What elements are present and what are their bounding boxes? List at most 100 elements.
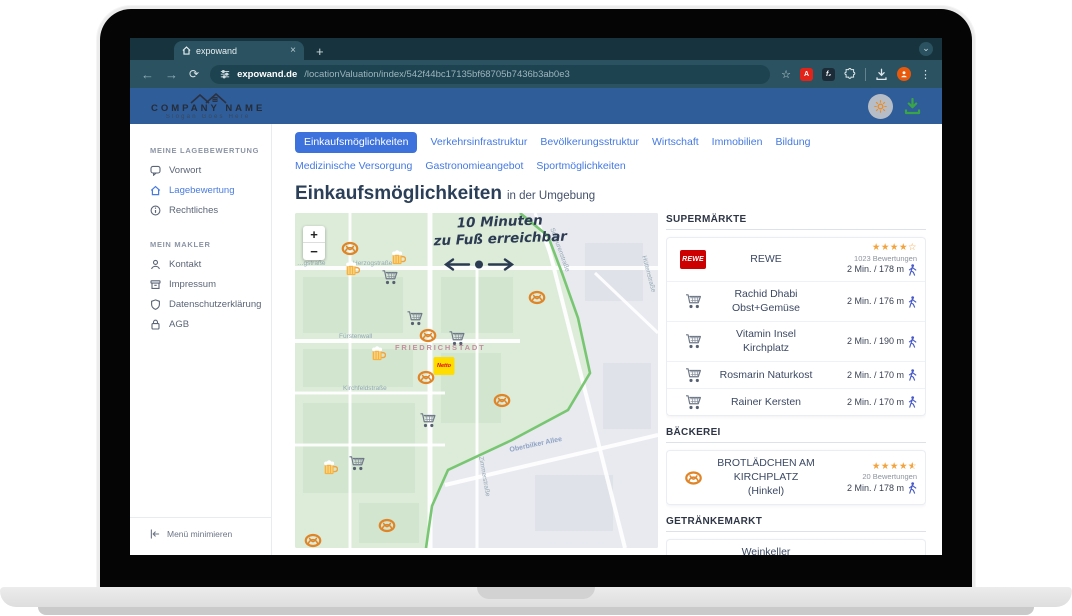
new-tab-button[interactable]: + bbox=[316, 45, 324, 58]
browser-toolbar: ← → ⟳ expowand.de/locationValuation/inde… bbox=[130, 60, 942, 88]
download-report-icon[interactable] bbox=[904, 98, 921, 115]
user-avatar[interactable] bbox=[868, 94, 893, 119]
browser-tab[interactable]: expowand × bbox=[174, 41, 304, 60]
collapse-left-icon bbox=[150, 529, 160, 539]
sidebar-item-agb[interactable]: AGB bbox=[130, 314, 271, 334]
place-row-weinkeller-d-sseldorf-m-venpic[interactable]: Weinkeller Düsseldorf, Mövenpick Wein & … bbox=[667, 540, 925, 555]
browser-menu-icon[interactable]: ⋮ bbox=[920, 68, 931, 81]
place-row-rosmarin-naturkost[interactable]: Rosmarin Naturkost2 Min. / 170 m bbox=[667, 361, 925, 388]
walking-distance: 2 Min. / 178 m bbox=[847, 264, 917, 276]
bookmark-star-icon[interactable]: ☆ bbox=[781, 68, 791, 81]
tab-verkehrsinfrastruktur[interactable]: Verkehrsinfrastruktur bbox=[430, 135, 527, 150]
tab-bev-lkerungsstruktur[interactable]: Bevölkerungsstruktur bbox=[540, 135, 639, 150]
sidebar-item-datenschutzerkl-rung[interactable]: Datenschutzerklärung bbox=[130, 294, 271, 314]
pretzel-marker-icon[interactable] bbox=[494, 394, 511, 413]
zoom-in-button[interactable]: + bbox=[303, 226, 325, 243]
sidebar-item-lagebewertung[interactable]: Lagebewertung bbox=[130, 180, 271, 200]
walking-person-icon bbox=[908, 396, 917, 408]
pretzel-marker-icon[interactable] bbox=[379, 519, 396, 538]
laptop-frame: expowand × + ⌄ ← → ⟳ expowand.de/locatio… bbox=[97, 6, 975, 587]
netto-marker-icon[interactable]: Netto bbox=[434, 357, 455, 375]
tab-bildung[interactable]: Bildung bbox=[775, 135, 810, 150]
sidebar-item-rechtliches[interactable]: Rechtliches bbox=[130, 200, 271, 220]
laptop-base-foot bbox=[38, 607, 1034, 615]
sidebar-item-label: Vorwort bbox=[169, 165, 201, 176]
tab-sportm-glichkeiten[interactable]: Sportmöglichkeiten bbox=[536, 159, 625, 174]
page-subtitle: in der Umgebung bbox=[507, 190, 595, 202]
cart-marker-icon[interactable] bbox=[420, 413, 437, 433]
place-name: Rachid Dhabi Obst+Gemüse bbox=[711, 285, 821, 318]
place-row-rewe[interactable]: REWEREWE★★★★☆1023 Bewertungen2 Min. / 17… bbox=[667, 238, 925, 281]
lock-icon bbox=[150, 319, 161, 330]
sidebar-item-impressum[interactable]: Impressum bbox=[130, 274, 271, 294]
main-content: Einkaufsmöglichkeiten Verkehrsinfrastrukt… bbox=[272, 124, 942, 555]
info-icon bbox=[150, 205, 161, 216]
beer-marker-icon[interactable] bbox=[390, 250, 406, 271]
sidebar-section-title: MEINE LAGEBEWERTUNG bbox=[130, 146, 271, 160]
rewe-logo: REWE bbox=[675, 250, 711, 269]
tab-gastronomieangebot[interactable]: Gastronomieangebot bbox=[425, 159, 523, 174]
sidebar-item-label: Datenschutzerklärung bbox=[169, 299, 261, 310]
place-details: 2 Min. / 170 m bbox=[821, 394, 917, 410]
cart-marker-icon[interactable] bbox=[349, 456, 366, 476]
place-details: 2 Min. / 190 m bbox=[821, 334, 917, 350]
cart-icon bbox=[675, 294, 711, 309]
cart-marker-icon[interactable] bbox=[382, 270, 399, 290]
place-row-rachid-dhabi-obst-gem-se[interactable]: Rachid Dhabi Obst+Gemüse2 Min. / 176 m bbox=[667, 281, 925, 321]
zoom-out-button[interactable]: − bbox=[303, 243, 325, 260]
places-card: Weinkeller Düsseldorf, Mövenpick Wein & … bbox=[666, 539, 926, 555]
tab-search-chevron-icon[interactable]: ⌄ bbox=[919, 42, 933, 56]
back-button[interactable]: ← bbox=[141, 68, 154, 81]
pdf-extension-icon[interactable]: A bbox=[800, 68, 813, 81]
pretzel-marker-icon[interactable] bbox=[342, 242, 359, 261]
pretzel-marker-icon[interactable] bbox=[305, 534, 322, 549]
tab-close-icon[interactable]: × bbox=[290, 46, 296, 56]
place-details: ★★★★☆★20 Bewertungen2 Min. / 178 m bbox=[821, 460, 917, 497]
pretzel-marker-icon[interactable] bbox=[529, 291, 546, 310]
beer-marker-icon[interactable] bbox=[344, 261, 360, 282]
places-card: REWEREWE★★★★☆1023 Bewertungen2 Min. / 17… bbox=[666, 237, 926, 416]
forward-button[interactable]: → bbox=[165, 68, 178, 81]
star-rating: ★★★★☆★ bbox=[872, 462, 917, 472]
pretzel-marker-icon[interactable] bbox=[420, 329, 437, 348]
tab-wirtschaft[interactable]: Wirtschaft bbox=[652, 135, 699, 150]
laptop-base bbox=[0, 587, 1072, 607]
minimize-menu-button[interactable]: Menü minimieren bbox=[130, 517, 271, 555]
reviews-count: 1023 Bewertungen bbox=[854, 254, 917, 263]
profile-person-icon bbox=[900, 70, 908, 78]
cart-marker-icon[interactable] bbox=[449, 331, 466, 351]
page-title: Einkaufsmöglichkeitenin der Umgebung bbox=[295, 183, 926, 205]
place-row-vitamin-insel-kirchplatz[interactable]: Vitamin Insel Kirchplatz2 Min. / 190 m bbox=[667, 321, 925, 361]
tab-immobilien[interactable]: Immobilien bbox=[712, 135, 763, 150]
browser-tab-strip: expowand × + ⌄ bbox=[130, 38, 942, 60]
star-rating: ★★★★☆ bbox=[872, 243, 917, 253]
downloads-icon[interactable] bbox=[875, 68, 888, 81]
sidebar-item-vorwort[interactable]: Vorwort bbox=[130, 160, 271, 180]
place-details: 2 Min. / 170 m bbox=[821, 367, 917, 383]
company-name: COMPANY NAME bbox=[151, 103, 265, 114]
walking-person-icon bbox=[908, 264, 917, 276]
tab-medizinische-versorgung[interactable]: Medizinische Versorgung bbox=[295, 159, 412, 174]
beer-marker-icon[interactable] bbox=[322, 460, 338, 481]
place-row-brotl-dchen-am-kirchplatz-hink[interactable]: BROTLÄDCHEN AM KIRCHPLATZ (Hinkel)★★★★☆★… bbox=[667, 451, 925, 504]
reload-button[interactable]: ⟳ bbox=[189, 68, 199, 80]
places-card: BROTLÄDCHEN AM KIRCHPLATZ (Hinkel)★★★★☆★… bbox=[666, 450, 926, 505]
fx-extension-icon[interactable]: f₂ bbox=[822, 68, 835, 81]
laptop-screen: expowand × + ⌄ ← → ⟳ expowand.de/locatio… bbox=[130, 38, 942, 555]
sidebar-section: MEIN MAKLERKontaktImpressumDatenschutzer… bbox=[130, 240, 271, 334]
profile-avatar[interactable] bbox=[897, 67, 911, 81]
company-slogan: Slogan Goes Here bbox=[166, 114, 251, 120]
url-path: /locationValuation/index/542f44bc17135bf… bbox=[304, 69, 570, 80]
address-bar[interactable]: expowand.de/locationValuation/index/542f… bbox=[210, 65, 770, 84]
sidebar-item-kontakt[interactable]: Kontakt bbox=[130, 254, 271, 274]
walking-distance: 2 Min. / 170 m bbox=[847, 369, 917, 381]
extensions-puzzle-icon[interactable] bbox=[844, 68, 856, 80]
tab-einkaufsm-glichkeiten[interactable]: Einkaufsmöglichkeiten bbox=[295, 132, 417, 153]
places-section-b-ckerei: BÄCKEREIBROTLÄDCHEN AM KIRCHPLATZ (Hinke… bbox=[666, 427, 926, 505]
beer-marker-icon[interactable] bbox=[370, 346, 386, 367]
map[interactable]: + − 10 Minuten zu Fuß erreichbar …gstraß… bbox=[295, 213, 658, 548]
pretzel-marker-icon[interactable] bbox=[418, 371, 435, 390]
place-name: BROTLÄDCHEN AM KIRCHPLATZ (Hinkel) bbox=[711, 454, 821, 501]
place-row-rainer-kersten[interactable]: Rainer Kersten2 Min. / 170 m bbox=[667, 388, 925, 415]
header-actions bbox=[868, 94, 921, 119]
